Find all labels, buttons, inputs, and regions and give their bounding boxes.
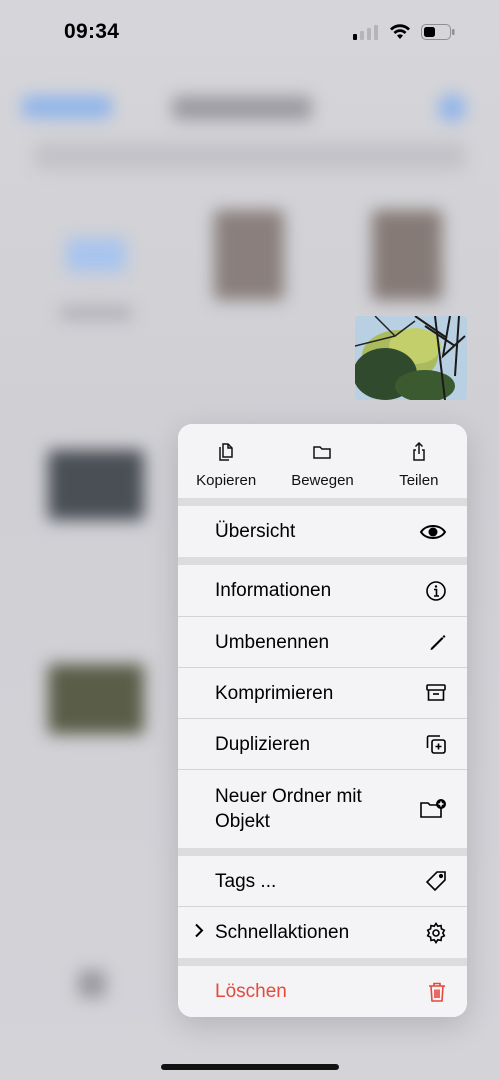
menu-item-duplicate[interactable]: Duplizieren xyxy=(178,719,467,769)
copy-icon xyxy=(217,442,235,472)
menu-item-rename[interactable]: Umbenennen xyxy=(178,617,467,667)
gear-icon xyxy=(425,921,447,944)
blurred-nav-back xyxy=(22,96,112,118)
menu-item-label: Schnellaktionen xyxy=(215,922,350,943)
blurred-file-1 xyxy=(214,210,284,300)
menu-separator xyxy=(178,848,467,856)
menu-item-tags[interactable]: Tags ... xyxy=(178,856,467,906)
context-menu: Kopieren Bewegen Teilen Übersicht Inform… xyxy=(178,424,467,1017)
menu-separator xyxy=(178,557,467,565)
menu-item-label: Löschen xyxy=(215,981,287,1002)
share-button[interactable]: Teilen xyxy=(371,424,467,498)
menu-item-label: Neuer Ordner mit Objekt xyxy=(215,786,362,832)
share-icon xyxy=(410,441,428,472)
blurred-folder xyxy=(66,238,126,272)
menu-item-label: Umbenennen xyxy=(215,631,330,653)
quick-action-bar: Kopieren Bewegen Teilen xyxy=(178,424,467,498)
eye-icon xyxy=(419,523,447,541)
info-icon xyxy=(425,580,447,602)
cellular-signal-icon xyxy=(353,24,379,45)
menu-item-overview[interactable]: Übersicht xyxy=(178,506,467,557)
menu-separator xyxy=(178,498,467,506)
menu-item-info[interactable]: Informationen xyxy=(178,565,467,616)
blurred-file-caption xyxy=(60,306,132,320)
menu-item-label: Duplizieren xyxy=(215,733,311,755)
blurred-tabbar-icon xyxy=(78,970,106,998)
status-bar: 09:34 xyxy=(0,0,499,68)
battery-icon xyxy=(421,24,455,45)
share-label: Teilen xyxy=(399,472,439,489)
menu-item-label: Komprimieren xyxy=(215,682,334,704)
selected-image-preview[interactable] xyxy=(355,316,467,400)
folder-plus-icon xyxy=(419,798,447,820)
menu-separator xyxy=(178,958,467,966)
chevron-right-icon xyxy=(194,922,204,943)
move-button[interactable]: Bewegen xyxy=(274,424,370,498)
blurred-search-bar xyxy=(34,142,466,170)
tag-icon xyxy=(425,870,447,892)
blurred-photo-1 xyxy=(48,450,144,520)
blurred-file-2 xyxy=(372,210,442,300)
home-indicator[interactable] xyxy=(161,1064,339,1070)
blurred-nav-title xyxy=(172,96,312,120)
copy-label: Kopieren xyxy=(196,472,257,489)
move-label: Bewegen xyxy=(291,472,354,489)
menu-item-label: Übersicht xyxy=(215,521,296,542)
blurred-nav-action xyxy=(438,94,466,122)
archive-icon xyxy=(425,683,447,703)
menu-item-compress[interactable]: Komprimieren xyxy=(178,668,467,718)
menu-item-quick-actions[interactable]: Schnellaktionen xyxy=(178,907,467,958)
duplicate-icon xyxy=(425,733,447,755)
menu-item-label: Informationen xyxy=(215,580,332,601)
menu-item-new-folder[interactable]: Neuer Ordner mit Objekt xyxy=(178,770,467,848)
menu-item-delete[interactable]: Löschen xyxy=(178,966,467,1017)
menu-item-label: Tags ... xyxy=(215,870,277,892)
folder-icon xyxy=(312,442,332,472)
blurred-photo-2 xyxy=(48,664,144,734)
wifi-icon xyxy=(389,24,411,45)
pencil-icon xyxy=(427,632,447,652)
trash-icon xyxy=(427,981,447,1003)
status-time: 09:34 xyxy=(64,20,120,43)
copy-button[interactable]: Kopieren xyxy=(178,424,274,498)
